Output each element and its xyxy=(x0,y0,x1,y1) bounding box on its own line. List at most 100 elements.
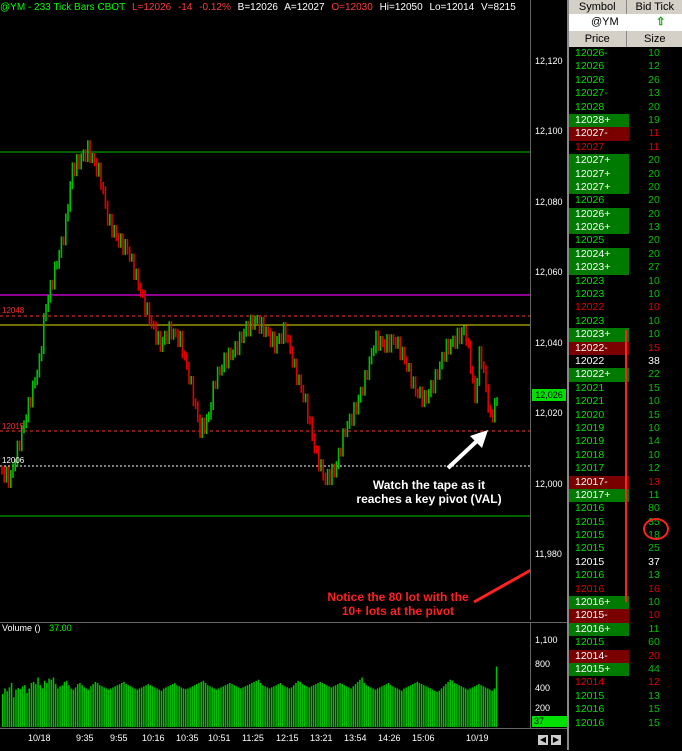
tape-row-size: 44 xyxy=(629,663,679,676)
tape-row: 12015+44 xyxy=(569,663,682,676)
volume-bar xyxy=(192,686,194,727)
volume-bar xyxy=(388,683,390,727)
volume-bar xyxy=(383,685,385,727)
tape-row-price: 12015 xyxy=(569,516,629,529)
tape-row-price: 12015 xyxy=(569,636,629,649)
price-tick: 12,020 xyxy=(535,408,563,418)
tape-row-size: 13 xyxy=(629,690,679,703)
volume-bar xyxy=(425,686,427,727)
price-axis: 12,120 12,100 12,080 12,060 12,040 12,02… xyxy=(530,0,568,620)
time-tick: 15:06 xyxy=(412,733,435,743)
volume-bar xyxy=(119,684,121,727)
tape-row-price: 12015 xyxy=(569,529,629,542)
tape-row-price: 12016 xyxy=(569,717,629,730)
volume-bar xyxy=(427,687,429,727)
tape-row-size: 20 xyxy=(629,208,679,221)
tape-row: 12027+20 xyxy=(569,168,682,181)
volume-bar xyxy=(463,687,465,727)
volume-axis: 1,100 800 400 200 37 xyxy=(530,622,568,729)
volume-bar xyxy=(280,683,282,727)
volume-bar xyxy=(55,684,57,727)
volume-bar xyxy=(134,689,136,728)
volume-bar xyxy=(238,687,240,727)
tape-row: 12015-10 xyxy=(569,609,682,622)
tape-row-size: 12 xyxy=(629,462,679,475)
volume-bar xyxy=(483,686,485,727)
volume-bar xyxy=(42,689,44,728)
volume-bar xyxy=(114,686,116,727)
time-tick: 10:51 xyxy=(208,733,231,743)
volume-bar xyxy=(26,693,28,727)
tape-row-size: 10 xyxy=(629,609,679,622)
scroll-right-button[interactable]: ▶ xyxy=(551,735,561,745)
volume-bar xyxy=(291,687,293,727)
tape-row-price: 12014- xyxy=(569,650,629,663)
tape-row-price: 12015- xyxy=(569,609,629,622)
tape-row: 1202310 xyxy=(569,315,682,328)
volume-bar xyxy=(450,680,452,727)
volume-bar xyxy=(176,685,178,727)
tape-row-price: 12016 xyxy=(569,703,629,716)
tape-row-size: 10 xyxy=(629,328,679,341)
size-column-header[interactable]: Size xyxy=(627,31,682,47)
volume-bar xyxy=(432,690,434,727)
volume-bar xyxy=(364,683,366,727)
tape-row-size: 37 xyxy=(629,556,679,569)
volume-bar xyxy=(123,682,125,727)
tape-row: 1202820 xyxy=(569,101,682,114)
volume-bar xyxy=(132,687,134,727)
tape-row-size: 15 xyxy=(629,382,679,395)
volume-bar xyxy=(421,684,423,727)
volume-bar xyxy=(121,683,123,727)
time-and-sales-panel[interactable]: Symbol Bid Tick @YM ⇧ Price Size 12026-1… xyxy=(567,0,682,750)
volume-tick: 800 xyxy=(535,659,550,669)
volume-panel[interactable]: Volume () 37.00 xyxy=(0,622,530,729)
volume-bar xyxy=(4,689,6,728)
volume-bar xyxy=(73,690,75,727)
volume-bar xyxy=(286,687,288,727)
time-tick: 10/18 xyxy=(28,733,51,743)
volume-bar xyxy=(159,690,161,727)
red-circle-highlight xyxy=(643,518,669,540)
tape-header-bidtick[interactable]: Bid Tick xyxy=(627,0,682,14)
tape-row: 1202310 xyxy=(569,288,682,301)
tape-row: 12028+19 xyxy=(569,114,682,127)
tape-row-price: 12027- xyxy=(569,87,629,100)
volume-bar xyxy=(390,685,392,727)
volume-bar xyxy=(203,681,205,727)
tape-row-price: 12023 xyxy=(569,275,629,288)
tape-row-size: 20 xyxy=(629,650,679,663)
volume-bar xyxy=(211,687,213,727)
volume-bar xyxy=(434,691,436,727)
volume-bar xyxy=(194,685,196,727)
volume-bar xyxy=(405,687,407,727)
volume-bar xyxy=(198,683,200,727)
tape-row-price: 12016 xyxy=(569,502,629,515)
volume-bar xyxy=(154,687,156,727)
lot-note: Notice the 80 lot with the 10+ lots at t… xyxy=(318,590,478,618)
volume-bar xyxy=(487,689,489,728)
tape-row-size: 13 xyxy=(629,476,679,489)
volume-bar xyxy=(300,682,302,727)
volume-bar xyxy=(253,682,255,727)
tape-row: 12024+20 xyxy=(569,248,682,261)
volume-bar xyxy=(145,685,147,727)
tape-row-price: 12016+ xyxy=(569,596,629,609)
volume-bar xyxy=(218,689,220,728)
tape-row-size: 10 xyxy=(629,315,679,328)
volume-bar xyxy=(423,685,425,727)
tape-row-price: 12026- xyxy=(569,47,629,60)
volume-bar xyxy=(491,691,493,727)
tape-row-price: 12022 xyxy=(569,355,629,368)
tape-row-size: 22 xyxy=(629,368,679,381)
volume-bar xyxy=(108,690,110,727)
tape-symbol[interactable]: @YM xyxy=(569,14,638,31)
price-tick: 12,100 xyxy=(535,126,563,136)
tape-header-symbol[interactable]: Symbol xyxy=(569,0,627,14)
price-chart[interactable]: @YM - 233 Tick Bars CBOT L=12026 -14 -0.… xyxy=(0,0,530,620)
scroll-left-button[interactable]: ◀ xyxy=(538,735,548,745)
tape-row-size: 15 xyxy=(629,703,679,716)
volume-bar xyxy=(39,685,41,727)
volume-bar xyxy=(88,690,90,727)
price-column-header[interactable]: Price xyxy=(569,31,627,47)
